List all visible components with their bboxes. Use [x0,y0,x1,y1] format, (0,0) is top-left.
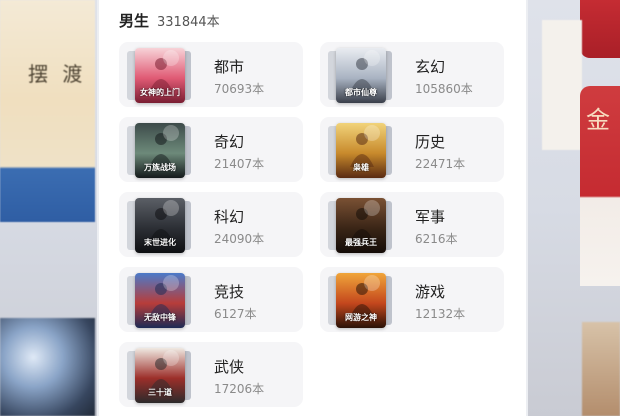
category-name: 玄幻 [415,58,446,76]
book-cover: 女神的上门 [135,48,185,103]
category-count: 70693本 [214,82,265,96]
category-name: 游戏 [415,283,446,301]
book-cover: 都市仙尊 [336,48,386,103]
background-book-cover-left: 摆 渡 [0,0,95,222]
category-name: 科幻 [214,208,245,226]
cover-title: 女神的上门 [140,88,180,97]
category-count: 22471本 [415,157,466,171]
cover-title: 网游之神 [345,313,377,322]
category-count: 105860本 [415,82,473,96]
category-name: 都市 [214,58,245,76]
background-cover-right-top [580,0,620,58]
category-grid: 女神的上门 都市 70693本 都市仙尊 玄幻 105860本 万族战场 奇幻 … [119,42,504,407]
cover-title: 最强兵王 [345,238,377,247]
category-count: 24090本 [214,232,265,246]
category-count: 17206本 [214,382,265,396]
background-art-left [0,318,95,416]
category-count: 12132本 [415,307,466,321]
cover-stack: 都市仙尊 [328,48,394,103]
category-count: 6127本 [214,307,257,321]
category-card-xuanhuan[interactable]: 都市仙尊 玄幻 105860本 [320,42,504,107]
cover-stack: 末世进化 [127,198,193,253]
category-name: 历史 [415,133,446,151]
background-page-right [542,20,582,150]
cover-stack: 枭雄 [328,123,394,178]
cover-title: 无敌中锋 [144,313,176,322]
section-header: 男生 331844本 [119,10,220,31]
category-card-qihuan[interactable]: 万族战场 奇幻 21407本 [119,117,303,182]
book-cover: 枭雄 [336,123,386,178]
category-card-dushi[interactable]: 女神的上门 都市 70693本 [119,42,303,107]
category-name: 竞技 [214,283,245,301]
cover-stack: 最强兵王 [328,198,394,253]
cover-title: 万族战场 [144,163,176,172]
category-count: 21407本 [214,157,265,171]
background-cover-right: 金 [580,86,620,286]
background-glyph: 金 [586,106,610,134]
book-cover: 最强兵王 [336,198,386,253]
category-card-kehuan[interactable]: 末世进化 科幻 24090本 [119,192,303,257]
category-name: 军事 [415,208,446,226]
cover-title: 末世进化 [144,238,176,247]
book-cover: 网游之神 [336,273,386,328]
category-panel: 男生 331844本 女神的上门 都市 70693本 都市仙尊 玄幻 10586… [97,0,528,416]
category-count: 6216本 [415,232,458,246]
cover-title: 枭雄 [353,163,369,172]
cover-stack: 三十道 [127,348,193,403]
category-card-junshi[interactable]: 最强兵王 军事 6216本 [320,192,504,257]
cover-stack: 女神的上门 [127,48,193,103]
category-card-youxi[interactable]: 网游之神 游戏 12132本 [320,267,504,332]
section-count: 331844本 [157,15,220,30]
category-card-wuxia[interactable]: 三十道 武侠 17206本 [119,342,303,407]
book-cover: 末世进化 [135,198,185,253]
book-cover: 万族战场 [135,123,185,178]
section-title[interactable]: 男生 [119,10,149,31]
cover-stack: 网游之神 [328,273,394,328]
cover-title: 都市仙尊 [345,88,377,97]
cover-title: 三十道 [148,388,172,397]
book-cover: 无敌中锋 [135,273,185,328]
category-card-jingji[interactable]: 无敌中锋 竞技 6127本 [119,267,303,332]
category-card-lishi[interactable]: 枭雄 历史 22471本 [320,117,504,182]
cover-stack: 万族战场 [127,123,193,178]
book-cover: 三十道 [135,348,185,403]
cover-stack: 无敌中锋 [127,273,193,328]
background-book-title: 摆 渡 [28,62,87,86]
background-art-right [582,322,620,416]
category-name: 武侠 [214,358,245,376]
category-name: 奇幻 [214,133,245,151]
